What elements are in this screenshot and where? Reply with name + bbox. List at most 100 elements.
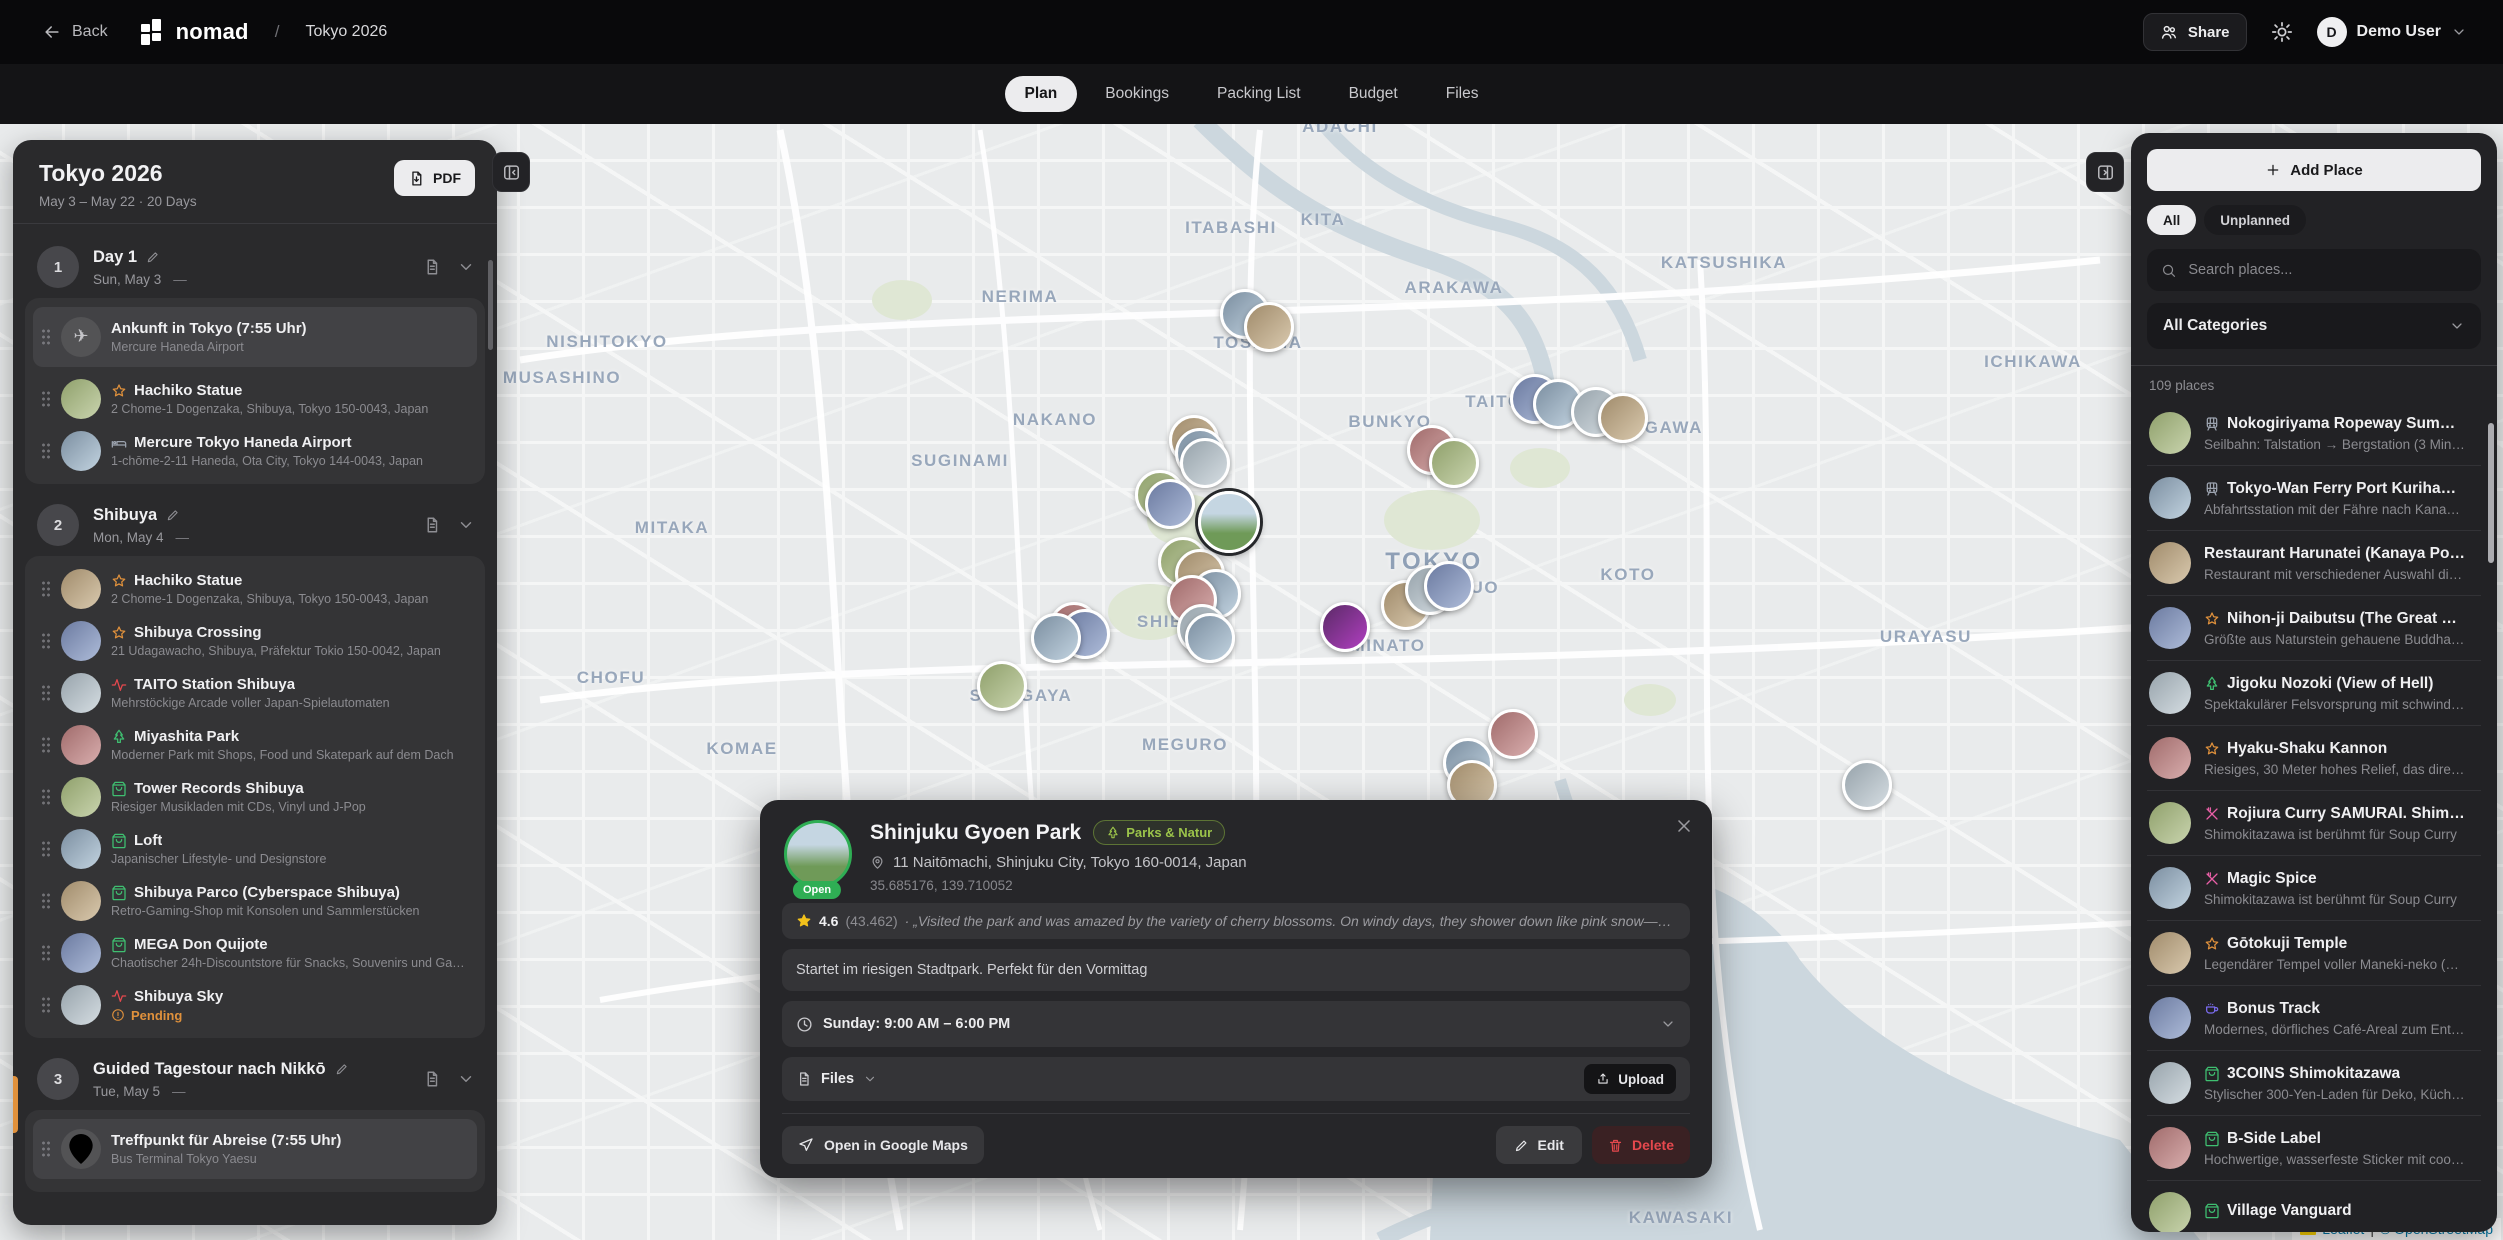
itinerary-scrollbar[interactable] [488, 260, 493, 350]
note-input[interactable]: Startet im riesigen Stadtpark. Perfekt f… [782, 949, 1690, 991]
place-list-item[interactable]: Nokogiriyama Ropeway Sum… Seilbahn: Tals… [2147, 401, 2481, 466]
drag-handle-icon[interactable] [41, 736, 51, 754]
map-place-marker[interactable] [1429, 438, 1479, 488]
itinerary-item[interactable]: Shibuya Crossing 21 Udagawacho, Shibuya,… [33, 615, 477, 667]
places-scrollbar[interactable] [2488, 423, 2494, 563]
drag-handle-icon[interactable] [41, 1140, 51, 1158]
share-button[interactable]: Share [2143, 13, 2247, 51]
tab[interactable]: Plan [1005, 76, 1078, 112]
place-description: Restaurant mit verschiedener Auswahl di… [2204, 567, 2479, 582]
day-header[interactable]: 3 Guided Tagestour nach Nikkō Tue, May 5… [25, 1048, 485, 1110]
chevron-down-icon[interactable] [457, 1070, 475, 1088]
place-list-item[interactable]: Village Vanguard [2147, 1181, 2481, 1232]
collapse-left-panel-button[interactable] [492, 152, 530, 192]
place-thumbnail [61, 933, 101, 973]
user-menu[interactable]: D Demo User [2317, 17, 2467, 47]
itinerary-item[interactable]: ✈ Ankunft in Tokyo (7:55 Uhr) Mercure Ha… [33, 307, 477, 367]
map-place-marker[interactable] [1488, 709, 1538, 759]
files-row[interactable]: Files Upload [782, 1057, 1690, 1101]
edit-button[interactable]: Edit [1496, 1126, 1582, 1164]
tab-label: Packing List [1217, 85, 1301, 102]
day-date-dash: — [172, 1084, 186, 1099]
itinerary-item[interactable]: Shibuya Parco (Cyberspace Shibuya) Retro… [33, 875, 477, 927]
chevron-down-icon[interactable] [457, 258, 475, 276]
place-list-item[interactable]: Rojiura Curry SAMURAI. Shim… Shimokitaza… [2147, 791, 2481, 856]
itinerary-item[interactable]: Hachiko Statue 2 Chome-1 Dogenzaka, Shib… [33, 373, 477, 425]
map-place-marker[interactable] [977, 661, 1027, 711]
day-notes-icon[interactable] [423, 258, 441, 276]
place-list-item[interactable]: Gōtokuji Temple Legendärer Tempel voller… [2147, 921, 2481, 986]
drag-handle-icon[interactable] [41, 944, 51, 962]
open-google-maps-button[interactable]: Open in Google Maps [782, 1126, 984, 1164]
map-place-marker[interactable] [1185, 613, 1235, 663]
itinerary-item[interactable]: Hachiko Statue 2 Chome-1 Dogenzaka, Shib… [33, 563, 477, 615]
map-place-marker[interactable] [1031, 613, 1081, 663]
drag-handle-icon[interactable] [41, 840, 51, 858]
itinerary-item[interactable]: Treffpunkt für Abreise (7:55 Uhr) Bus Te… [33, 1119, 477, 1179]
map-place-marker[interactable] [1180, 438, 1230, 488]
day-date: Sun, May 3 [93, 272, 161, 287]
tab[interactable]: Files [1426, 76, 1499, 112]
place-name: Rojiura Curry SAMURAI. Shim… [2227, 805, 2465, 823]
search-input[interactable] [2186, 261, 2467, 279]
tab[interactable]: Bookings [1085, 76, 1189, 112]
place-list-item[interactable]: Jigoku Nozoki (View of Hell) Spektakulär… [2147, 661, 2481, 726]
drag-handle-icon[interactable] [41, 632, 51, 650]
tab[interactable]: Packing List [1197, 76, 1321, 112]
itinerary-item[interactable]: Tower Records Shibuya Riesiger Musiklade… [33, 771, 477, 823]
itinerary-item[interactable]: MEGA Don Quijote Chaotischer 24h-Discoun… [33, 927, 477, 979]
place-list-item[interactable]: Bonus Track Modernes, dörfliches Café-Ar… [2147, 986, 2481, 1051]
back-button[interactable]: Back [36, 21, 114, 43]
day-header[interactable]: 1 Day 1 Sun, May 3 — [25, 236, 485, 298]
drag-handle-icon[interactable] [41, 684, 51, 702]
collapse-right-panel-button[interactable] [2086, 152, 2124, 192]
opening-hours-row[interactable]: Sunday: 9:00 AM – 6:00 PM [782, 1001, 1690, 1047]
place-list-item[interactable]: Restaurant Harunatei (Kanaya Po… Restaur… [2147, 531, 2481, 596]
drag-handle-icon[interactable] [41, 328, 51, 346]
filter-chip[interactable]: Unplanned [2204, 205, 2306, 235]
itinerary-item[interactable]: Shibuya Sky Pending [33, 979, 477, 1031]
edit-day-icon[interactable] [146, 250, 160, 264]
drag-handle-icon[interactable] [41, 892, 51, 910]
place-list-item[interactable]: Tokyo-Wan Ferry Port Kuriha… Abfahrtssta… [2147, 466, 2481, 531]
map-place-marker[interactable] [1842, 760, 1892, 810]
delete-button[interactable]: Delete [1592, 1126, 1690, 1164]
map-place-marker[interactable] [1598, 393, 1648, 443]
item-subtitle: Mercure Haneda Airport [111, 340, 469, 354]
drag-handle-icon[interactable] [41, 390, 51, 408]
place-list-item[interactable]: Hyaku-Shaku Kannon Riesiges, 30 Meter ho… [2147, 726, 2481, 791]
itinerary-item[interactable]: Mercure Tokyo Haneda Airport 1-chōme-2-1… [33, 425, 477, 477]
day-header[interactable]: 2 Shibuya Mon, May 4 — [25, 494, 485, 556]
map-place-marker[interactable] [1424, 561, 1474, 611]
category-dropdown[interactable]: All Categories [2147, 303, 2481, 349]
filter-chip[interactable]: All [2147, 205, 2196, 235]
itinerary-item[interactable]: Loft Japanischer Lifestyle- und Designst… [33, 823, 477, 875]
itinerary-item[interactable]: TAITO Station Shibuya Mehrstöckige Arcad… [33, 667, 477, 719]
brand-logo[interactable]: nomad [140, 17, 249, 47]
place-list-item[interactable]: Magic Spice Shimokitazawa ist berühmt fü… [2147, 856, 2481, 921]
place-list-item[interactable]: Nihon-ji Daibutsu (The Great … Größte au… [2147, 596, 2481, 661]
close-icon[interactable] [1674, 816, 1694, 836]
drag-handle-icon[interactable] [41, 996, 51, 1014]
drag-handle-icon[interactable] [41, 788, 51, 806]
place-thumbnail [61, 431, 101, 471]
place-list-item[interactable]: 3COINS Shimokitazawa Stylischer 300-Yen-… [2147, 1051, 2481, 1116]
map-place-marker[interactable] [1145, 479, 1195, 529]
day-notes-icon[interactable] [423, 516, 441, 534]
drag-handle-icon[interactable] [41, 580, 51, 598]
map-place-marker[interactable] [1198, 491, 1260, 553]
upload-button[interactable]: Upload [1584, 1064, 1676, 1094]
edit-day-icon[interactable] [166, 508, 180, 522]
map-place-marker[interactable] [1244, 302, 1294, 352]
map-place-marker[interactable] [1320, 602, 1370, 652]
place-list-item[interactable]: B-Side Label Hochwertige, wasserfeste St… [2147, 1116, 2481, 1181]
itinerary-item[interactable]: Miyashita Park Moderner Park mit Shops, … [33, 719, 477, 771]
theme-toggle-button[interactable] [2271, 21, 2293, 43]
day-notes-icon[interactable] [423, 1070, 441, 1088]
chevron-down-icon[interactable] [457, 516, 475, 534]
export-pdf-button[interactable]: PDF [394, 160, 475, 196]
edit-day-icon[interactable] [335, 1062, 349, 1076]
drag-handle-icon[interactable] [41, 442, 51, 460]
add-place-button[interactable]: Add Place [2147, 149, 2481, 191]
tab[interactable]: Budget [1329, 76, 1418, 112]
